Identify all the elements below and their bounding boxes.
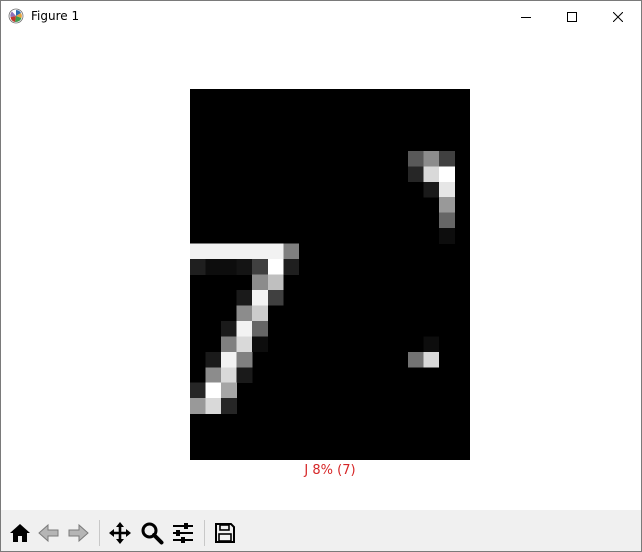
back-button[interactable] [35, 519, 63, 547]
minimize-icon [521, 16, 531, 18]
image-pixel [190, 259, 206, 275]
image-pixel [205, 259, 222, 275]
image-pixel [438, 181, 455, 198]
image-pixel [267, 289, 284, 306]
minimize-button[interactable] [503, 1, 549, 32]
image-pixel [221, 351, 237, 368]
image-pixel [407, 351, 424, 368]
image-pixel [283, 259, 300, 275]
image-pixel [438, 228, 455, 244]
home-button[interactable] [6, 519, 34, 547]
image-pixel [221, 243, 237, 260]
image-pixel [205, 243, 222, 260]
figure-canvas[interactable]: J 8% (7) [1, 32, 641, 510]
image-pixel [423, 181, 440, 198]
forward-arrow-icon [68, 523, 89, 543]
image-pixel [221, 398, 237, 414]
image-pixel [236, 305, 253, 322]
image-pixel [236, 259, 253, 275]
image-pixel [267, 243, 284, 260]
image-pixel [236, 320, 253, 337]
image-axes[interactable] [190, 89, 470, 460]
toolbar-separator [99, 520, 100, 546]
image-pixel [407, 150, 424, 167]
image-pixel [283, 243, 300, 260]
image-pixel [267, 274, 284, 291]
forward-button[interactable] [64, 519, 92, 547]
image-pixel [221, 259, 237, 275]
image-pixel [190, 243, 206, 260]
move-icon [109, 522, 131, 544]
image-pixel [438, 150, 455, 167]
magnifier-icon [141, 522, 164, 545]
image-pixel [236, 367, 253, 384]
floppy-disk-icon [215, 523, 235, 543]
image-pixel [190, 382, 206, 399]
image-pixel [221, 320, 237, 337]
image-pixel [221, 336, 237, 353]
home-icon [10, 524, 30, 542]
sliders-icon [173, 523, 193, 543]
close-icon [613, 11, 623, 22]
maximize-icon [567, 11, 577, 22]
image-pixel [252, 274, 269, 291]
image-pixel [205, 382, 222, 399]
image-pixel [252, 320, 269, 337]
title-bar[interactable]: Figure 1 [1, 1, 641, 32]
image-pixel [423, 166, 440, 183]
image-pixel [205, 351, 222, 368]
image-pixel [423, 351, 440, 368]
image-pixel [252, 336, 269, 353]
back-arrow-icon [38, 523, 59, 543]
matplotlib-icon [8, 8, 24, 24]
window-title: Figure 1 [31, 9, 80, 23]
image-pixel [438, 212, 455, 229]
image-pixel [252, 243, 269, 260]
image-pixel [438, 166, 455, 183]
configure-subplots-button[interactable] [169, 519, 197, 547]
image-pixel [236, 351, 253, 368]
image-pixel [221, 382, 237, 399]
image-pixel [236, 243, 253, 260]
close-button[interactable] [595, 1, 641, 32]
navigation-toolbar [1, 510, 641, 551]
zoom-button[interactable] [138, 519, 166, 547]
image-pixel [190, 398, 206, 414]
image-plot [190, 150, 455, 414]
image-pixel [423, 150, 440, 167]
image-pixel [236, 336, 253, 353]
pan-button[interactable] [106, 519, 134, 547]
image-pixel [438, 197, 455, 213]
image-pixel [252, 259, 269, 275]
image-pixel [423, 336, 440, 353]
figure-window: Figure 1 J 8% (7) [0, 0, 642, 552]
image-pixel [407, 166, 424, 183]
image-pixel [221, 367, 237, 384]
maximize-button[interactable] [549, 1, 595, 32]
image-pixel [236, 289, 253, 306]
image-pixel [252, 289, 269, 306]
image-caption: J 8% (7) [304, 463, 356, 478]
image-pixel [205, 398, 222, 414]
image-pixel [252, 305, 269, 322]
image-pixel [205, 367, 222, 384]
image-pixel [267, 259, 284, 275]
save-button[interactable] [211, 519, 239, 547]
toolbar-separator [204, 520, 205, 546]
